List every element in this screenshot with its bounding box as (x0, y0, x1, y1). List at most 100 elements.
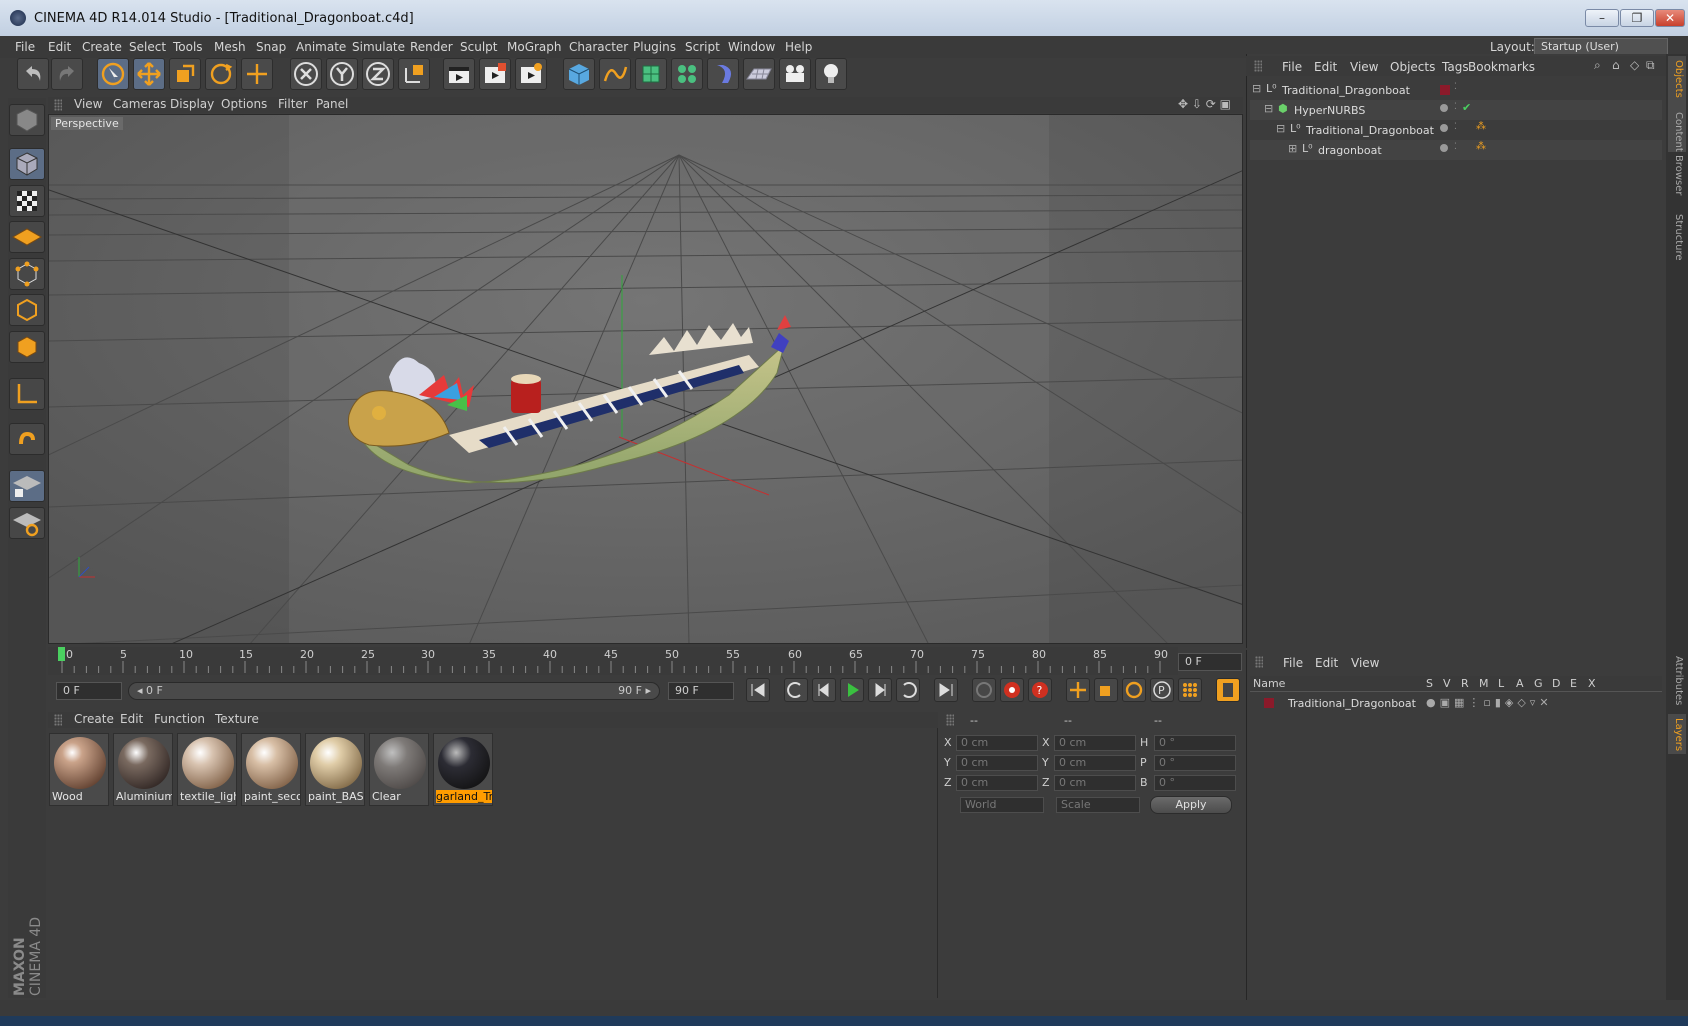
objects-menu-bookmarks[interactable]: Bookmarks (1468, 60, 1535, 74)
new-window-icon[interactable]: ⧉ (1646, 58, 1655, 73)
material-menu-create[interactable]: Create (74, 712, 114, 726)
menu-edit[interactable]: Edit (48, 40, 71, 54)
render-settings-button[interactable] (515, 58, 547, 90)
menu-select[interactable]: Select (129, 40, 166, 54)
go-to-end-button[interactable] (934, 678, 958, 702)
cloner-button[interactable] (671, 58, 703, 90)
key-scale-button[interactable] (1094, 678, 1118, 702)
layer-col-view[interactable]: V (1443, 677, 1451, 690)
go-to-start-button[interactable] (746, 678, 770, 702)
snap-settings-button[interactable] (9, 507, 45, 539)
key-pla-button[interactable] (1178, 678, 1202, 702)
layer-color-swatch[interactable] (1264, 698, 1274, 708)
apply-button[interactable]: Apply (1150, 796, 1232, 814)
viewport-menu-options[interactable]: Options (221, 97, 267, 111)
scale-tool[interactable] (169, 58, 201, 90)
workplane-lock-button[interactable] (9, 470, 45, 502)
collapse-icon[interactable]: ◇ (1630, 58, 1639, 72)
layer-col-manager[interactable]: M (1479, 677, 1489, 690)
transform-tool[interactable] (241, 58, 273, 90)
key-parameter-button[interactable]: P (1150, 678, 1174, 702)
make-editable-button[interactable] (9, 104, 45, 136)
tab-attributes[interactable]: Attributes (1668, 652, 1686, 712)
size-y-field[interactable]: 0 cm (1054, 755, 1136, 771)
objects-menu-file[interactable]: File (1282, 60, 1302, 74)
material-tag-icon[interactable]: ⁂ (1476, 121, 1486, 132)
rotation-h-field[interactable]: 0 ° (1154, 735, 1236, 751)
move-tool[interactable] (133, 58, 165, 90)
menu-script[interactable]: Script (685, 40, 720, 54)
visibility-dots-icon[interactable]: ⁚ (1454, 142, 1457, 152)
position-y-field[interactable]: 0 cm (956, 755, 1038, 771)
menu-mograph[interactable]: MoGraph (507, 40, 562, 54)
previous-frame-button[interactable] (812, 678, 836, 702)
layer-col-expressions[interactable]: E (1570, 677, 1577, 690)
floor-object-button[interactable] (743, 58, 775, 90)
material-tag-icon[interactable]: ⁂ (1476, 141, 1486, 152)
position-z-field[interactable]: 0 cm (956, 775, 1038, 791)
viewport-menu-filter[interactable]: Filter (278, 97, 308, 111)
layers-menu-file[interactable]: File (1283, 656, 1303, 670)
expand-toggle-icon[interactable]: ⊟ (1252, 82, 1261, 95)
menu-character[interactable]: Character (569, 40, 628, 54)
layer-row[interactable]: Traditional_Dragonboat ●▣▦⋮▫▮◈◇▿✕ (1250, 693, 1662, 713)
cube-object-button[interactable] (563, 58, 595, 90)
menu-help[interactable]: Help (785, 40, 812, 54)
coordinate-mode-select[interactable]: World (960, 797, 1044, 813)
layer-col-deformers[interactable]: D (1552, 677, 1560, 690)
objects-menu-edit[interactable]: Edit (1314, 60, 1337, 74)
record-active-objects-button[interactable] (1000, 678, 1024, 702)
coordinate-system-button[interactable] (398, 58, 430, 90)
home-icon[interactable]: ⌂ (1612, 58, 1620, 72)
next-key-button[interactable] (896, 678, 920, 702)
objects-menu-objects[interactable]: Objects (1390, 60, 1435, 74)
spline-pen-button[interactable] (599, 58, 631, 90)
objects-menu-view[interactable]: View (1350, 60, 1378, 74)
previous-key-button[interactable] (784, 678, 808, 702)
layer-col-locked[interactable]: L (1498, 677, 1504, 690)
frame-range-slider[interactable]: ◂ 0 F 90 F ▸ (128, 682, 660, 700)
object-row[interactable]: ⊟ ⬢ HyperNURBS ⁚ ✔ (1250, 100, 1662, 120)
material-swatch[interactable]: Wood (49, 733, 109, 806)
layer-col-name[interactable]: Name (1253, 677, 1285, 690)
expand-toggle-icon[interactable]: ⊟ (1276, 122, 1285, 135)
tweak-snap-button[interactable] (9, 423, 45, 455)
timeline-window-button[interactable] (1216, 678, 1240, 702)
material-menu-texture[interactable]: Texture (215, 712, 259, 726)
rotation-b-field[interactable]: 0 ° (1154, 775, 1236, 791)
material-swatch[interactable]: Aluminium (113, 733, 173, 806)
restore-button[interactable]: ❐ (1620, 9, 1654, 27)
viewport-menu-cameras[interactable]: Cameras (113, 97, 166, 111)
light-object-button[interactable] (815, 58, 847, 90)
visibility-dots-icon[interactable]: ⁚ (1454, 122, 1457, 132)
deformer-button[interactable] (707, 58, 739, 90)
edges-mode-button[interactable] (9, 294, 45, 326)
layer-col-generators[interactable]: G (1534, 677, 1543, 690)
key-rotation-button[interactable] (1122, 678, 1146, 702)
size-x-field[interactable]: 0 cm (1054, 735, 1136, 751)
end-frame-field[interactable]: 90 F (668, 682, 734, 700)
position-x-field[interactable]: 0 cm (956, 735, 1038, 751)
menu-tools[interactable]: Tools (173, 40, 203, 54)
material-menu-edit[interactable]: Edit (120, 712, 143, 726)
menu-file[interactable]: File (15, 40, 35, 54)
x-axis-lock[interactable] (290, 58, 322, 90)
tab-structure[interactable]: Structure (1668, 210, 1686, 270)
points-mode-button[interactable] (9, 258, 45, 290)
menu-render[interactable]: Render (410, 40, 453, 54)
objects-menu-tags[interactable]: Tags (1442, 60, 1469, 74)
render-picture-viewer-button[interactable] (479, 58, 511, 90)
object-row[interactable]: ⊞ L⁰ dragonboat ⁚ ⁂ (1250, 140, 1662, 160)
object-row[interactable]: ⊟ L⁰ Traditional_Dragonboat ⁚ ⁂ (1250, 120, 1662, 140)
z-axis-lock[interactable] (362, 58, 394, 90)
axis-mode-button[interactable] (9, 378, 45, 410)
material-menu-function[interactable]: Function (154, 712, 205, 726)
material-swatch[interactable]: paint_BASI (305, 733, 365, 806)
viewport-menu-view[interactable]: View (74, 97, 102, 111)
live-selection-tool[interactable] (97, 58, 129, 90)
render-view-button[interactable] (443, 58, 475, 90)
layer-color-swatch[interactable] (1440, 85, 1450, 95)
menu-create[interactable]: Create (82, 40, 122, 54)
material-swatch-selected[interactable]: garland_Tr (433, 733, 493, 806)
texture-mode-button[interactable] (9, 185, 45, 217)
